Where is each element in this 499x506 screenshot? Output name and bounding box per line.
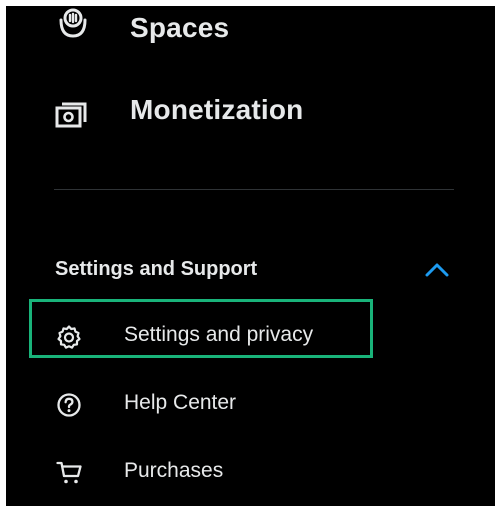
spaces-icon: [56, 8, 90, 42]
sub-item-label: Settings and privacy: [124, 323, 314, 346]
cart-icon: [56, 460, 82, 486]
settings-support-section-header[interactable]: Settings and Support: [6, 248, 495, 292]
menu-item-spaces[interactable]: Spaces: [6, 6, 495, 56]
sub-item-purchases[interactable]: Purchases: [6, 444, 495, 500]
help-icon: [56, 392, 82, 418]
sub-item-help-center[interactable]: Help Center: [6, 376, 495, 432]
sub-item-label: Help Center: [124, 391, 237, 414]
menu-divider: [54, 189, 454, 190]
side-menu-panel: Spaces Monetization Settings and Support: [6, 6, 495, 506]
screen: Spaces Monetization Settings and Support: [0, 0, 499, 506]
sub-item-settings-and-privacy[interactable]: Settings and privacy: [6, 308, 495, 364]
section-title: Settings and Support: [55, 258, 258, 280]
menu-item-label: Spaces: [130, 12, 230, 43]
menu-item-label: Monetization: [130, 94, 304, 125]
chevron-up-icon: [424, 260, 450, 283]
monetization-icon: [54, 98, 90, 134]
menu-item-monetization[interactable]: Monetization: [6, 88, 495, 144]
sub-item-label: Purchases: [124, 459, 224, 482]
gear-icon: [56, 324, 82, 350]
